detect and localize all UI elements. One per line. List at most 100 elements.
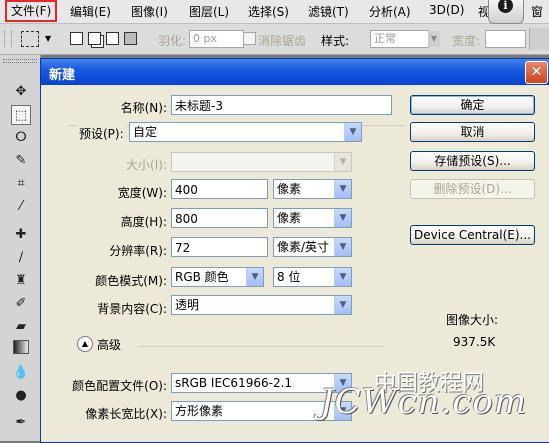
color-profile-label: 颜色配置文件(O):: [72, 379, 167, 393]
size-select[interactable]: ▼: [171, 152, 352, 172]
watermark-logo: JCWcn.com: [320, 382, 528, 422]
brush-tool-icon[interactable]: ∕: [11, 248, 31, 268]
chevron-up-icon: ▲: [81, 339, 89, 348]
image-size-label: 图像大小:: [446, 313, 499, 327]
menu-edit[interactable]: 编辑(E): [70, 3, 111, 20]
feather-input[interactable]: 0 px: [189, 30, 244, 48]
name-input[interactable]: 未标题-3: [171, 95, 392, 115]
ok-button[interactable]: 确定: [410, 95, 535, 115]
advanced-divider: [138, 346, 384, 347]
gradient-tool-icon[interactable]: [11, 340, 31, 360]
style-chevron-icon[interactable]: ▼: [428, 31, 440, 47]
pixel-aspect-value: 方形像素: [175, 404, 224, 418]
preset-select[interactable]: 自定 ▼: [129, 122, 362, 142]
info-button[interactable]: i: [488, 0, 524, 24]
menu-bar: 文件(F) 编辑(E) 图像(I) 图层(L) 选择(S) 滤镜(T) 分析(A…: [0, 0, 549, 24]
menu-select[interactable]: 选择(S): [248, 3, 289, 20]
name-label: 名称(N):: [120, 101, 167, 115]
cancel-button[interactable]: 取消: [410, 122, 535, 142]
subtract-selection-icon[interactable]: [106, 32, 119, 45]
rect-marquee-tool-icon[interactable]: ⬚: [11, 105, 31, 125]
width-input[interactable]: [485, 30, 526, 48]
dodge-tool-icon[interactable]: ●: [11, 386, 31, 406]
clone-stamp-tool-icon[interactable]: ♜: [11, 271, 31, 291]
lasso-tool-icon[interactable]: ⵔ: [11, 128, 31, 148]
bit-depth-value: 8 位: [277, 270, 301, 284]
color-mode-label: 颜色模式(M):: [95, 274, 167, 288]
marquee-tool-icon[interactable]: [21, 31, 39, 47]
grip-handle[interactable]: [4, 31, 12, 47]
move-tool-icon[interactable]: ✥: [11, 82, 31, 102]
style-value: 正常: [374, 32, 396, 45]
width-unit-select[interactable]: 像素 ▼: [273, 179, 352, 199]
chevron-down-icon: ▼: [334, 296, 351, 314]
antialias-checkbox[interactable]: [243, 32, 256, 45]
width-label: 宽度:: [452, 34, 481, 48]
resolution-input[interactable]: 72: [171, 237, 268, 257]
size-label: 大小(I):: [126, 158, 167, 172]
history-brush-tool-icon[interactable]: ✐: [11, 294, 31, 314]
style-select[interactable]: 正常: [370, 30, 429, 48]
chevron-down-icon: ▼: [246, 268, 263, 286]
pixel-aspect-label: 像素长宽比(X):: [85, 407, 167, 421]
menu-filter[interactable]: 滤镜(T): [308, 3, 349, 20]
width-unit-value: 像素: [277, 182, 302, 196]
chevron-down-icon: ▼: [334, 238, 351, 256]
menu-image[interactable]: 图像(I): [131, 3, 168, 20]
dialog-title: 新建: [49, 68, 76, 83]
quick-select-tool-icon[interactable]: ✎: [11, 151, 31, 171]
width-input[interactable]: 400: [171, 179, 268, 199]
menu-3d[interactable]: 3D(D): [429, 3, 464, 17]
new-selection-icon[interactable]: [70, 32, 83, 45]
crop-tool-icon[interactable]: ⌗: [11, 174, 31, 194]
height-unit-value: 像素: [277, 211, 302, 225]
chevron-down-icon: ▼: [334, 268, 351, 286]
healing-brush-tool-icon[interactable]: ✚: [11, 225, 31, 245]
menu-analysis[interactable]: 分析(A): [369, 3, 411, 20]
close-icon: ✕: [530, 64, 543, 80]
height-input[interactable]: 800: [171, 208, 268, 228]
options-bar: ▼ 羽化: 0 px 消除锯齿 样式: 正常 ▼ 宽度:: [0, 24, 549, 55]
tools-panel: ✥ ⬚ ⵔ ✎ ⌗ ⁄ ✚ ∕ ♜ ✐ ▰ 💧 ● ✒: [0, 55, 41, 441]
menu-layer[interactable]: 图层(L): [189, 3, 229, 20]
delete-preset-button[interactable]: 删除预设(D)...: [410, 179, 535, 199]
add-selection-icon[interactable]: [88, 32, 101, 45]
preset-value: 自定: [133, 125, 158, 139]
feather-label: 羽化:: [158, 34, 187, 48]
resolution-unit-value: 像素/英寸: [277, 240, 330, 254]
chevron-down-icon: ▼: [334, 153, 351, 171]
menu-file[interactable]: 文件(F): [5, 0, 58, 22]
height-label: 高度(H):: [120, 215, 167, 229]
background-label: 背景内容(C):: [97, 302, 167, 316]
background-select[interactable]: 透明 ▼: [171, 295, 352, 315]
preset-label: 预设(P):: [77, 125, 126, 142]
color-mode-value: RGB 颜色: [175, 270, 229, 284]
chevron-down-icon: ▼: [334, 209, 351, 227]
bit-depth-select[interactable]: 8 位 ▼: [273, 267, 352, 287]
advanced-toggle-button[interactable]: ▲: [77, 336, 93, 352]
chevron-down-icon: ▼: [334, 180, 351, 198]
panel-grip[interactable]: [3, 59, 37, 63]
image-size-value: 937.5K: [453, 335, 496, 349]
antialias-label: 消除锯齿: [258, 34, 307, 48]
intersect-selection-icon[interactable]: [124, 32, 137, 45]
advanced-label: 高级: [97, 338, 122, 352]
dialog-titlebar[interactable]: 新建 ✕: [41, 59, 549, 85]
width-label: 宽度(W):: [117, 186, 167, 200]
blur-tool-icon[interactable]: 💧: [11, 363, 31, 383]
resolution-label: 分辨率(R):: [109, 244, 167, 258]
eraser-tool-icon[interactable]: ▰: [11, 317, 31, 337]
eyedropper-tool-icon[interactable]: ⁄: [11, 197, 31, 217]
pen-tool-icon[interactable]: ✒: [11, 413, 31, 433]
resolution-unit-select[interactable]: 像素/英寸 ▼: [273, 237, 352, 257]
chevron-down-icon: ▼: [344, 123, 361, 141]
save-preset-button[interactable]: 存储预设(S)...: [410, 151, 535, 171]
menu-window[interactable]: 窗: [531, 3, 543, 20]
color-profile-value: sRGB IEC61966-2.1: [175, 376, 293, 390]
device-central-button[interactable]: Device Central(E)...: [410, 225, 535, 245]
height-unit-select[interactable]: 像素 ▼: [273, 208, 352, 228]
swap-button[interactable]: [529, 28, 549, 50]
tool-preset-chevron-icon[interactable]: ▼: [45, 34, 51, 43]
close-button[interactable]: ✕: [525, 61, 548, 84]
color-mode-select[interactable]: RGB 颜色 ▼: [171, 267, 264, 287]
